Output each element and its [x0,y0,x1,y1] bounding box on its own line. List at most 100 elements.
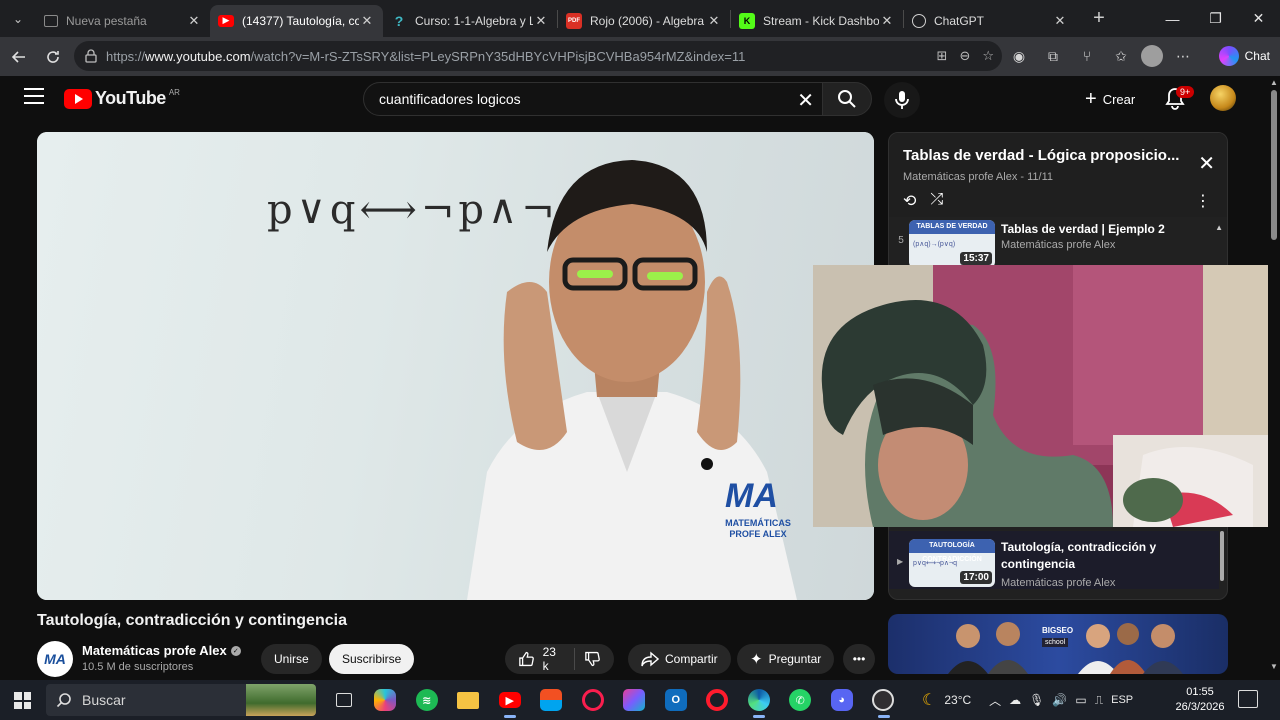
file-explorer-app[interactable] [448,680,490,720]
subscribe-button[interactable]: Suscribirse [329,644,415,674]
language-indicator[interactable]: ESP [1111,694,1133,706]
microsoft-365-icon [623,689,646,711]
new-tab-button[interactable]: + [1084,7,1114,30]
search-icon [838,90,856,108]
whatsapp-app[interactable]: ✆ [780,680,822,720]
star-icon[interactable]: ☆ [982,48,994,64]
file-explorer-icon [457,691,480,709]
ask-button[interactable]: ✦ Preguntar [737,644,835,674]
notification-center-icon[interactable] [1238,690,1258,708]
channel-name[interactable]: Matemáticas profe Alex ✓ [82,643,241,658]
volume-icon[interactable]: 🔊 [1052,693,1067,707]
clear-search-icon[interactable]: ✕ [797,88,814,113]
reload-icon [47,50,59,63]
split-screen-icon[interactable]: ⑂ [1073,42,1101,70]
playlist-item-current[interactable]: ▶ TAUTOLOGÍA CONTRADICCIÓN p∨q⟷¬p∧¬q 17:… [889,531,1219,589]
copilot-app[interactable] [365,680,407,720]
tab-pdf[interactable]: PDF Rojo (2006) - Algebra I - ✕ [558,5,730,37]
restore-button[interactable]: ❐ [1194,0,1237,37]
onedrive-icon[interactable]: ☁ [1009,693,1021,707]
obs-app[interactable] [863,680,905,720]
copilot-chat-button[interactable]: Chat [1218,44,1270,68]
youtube-logo[interactable]: YouTube AR [64,88,180,109]
tab-search-button[interactable]: ⌄ [0,1,36,37]
page-scrollbar[interactable]: ▲ ▼ [1268,76,1280,680]
channel-name-text: Matemáticas profe Alex [82,643,227,658]
opera-gx-app[interactable] [572,680,614,720]
shirt-text: MATEMÁTICAS PROFE ALEX [713,518,803,540]
tab-course[interactable]: ? Curso: 1-1-Algebra y Ló ✕ [383,5,557,37]
outlook-app[interactable]: O [655,680,697,720]
close-icon[interactable]: ✕ [706,13,722,29]
create-button[interactable]: + Crear [1075,82,1145,116]
more-menu-icon[interactable]: ⋯ [1169,42,1197,70]
search-button[interactable] [822,82,872,116]
loop-icon[interactable]: ⟲ [903,191,916,211]
favorites-icon[interactable]: ✩ [1107,42,1135,70]
channel-avatar[interactable]: MA [37,641,73,677]
scroll-up-arrow-icon[interactable]: ▲ [1270,78,1278,87]
scroll-up-icon[interactable]: ▲ [1215,223,1223,232]
search-input[interactable]: cuantificadores logicos ✕ [363,82,823,116]
scroll-down-arrow-icon[interactable]: ▼ [1270,662,1278,671]
ad-banner[interactable]: BIGSEO school [888,614,1228,674]
minimize-button[interactable]: — [1151,0,1194,37]
scrollbar-thumb[interactable] [1271,90,1277,240]
voice-search-button[interactable] [884,82,920,118]
close-window-button[interactable]: ✕ [1237,0,1280,37]
tab-kick[interactable]: K Stream - Kick Dashboard ✕ [731,5,903,37]
more-actions-button[interactable]: ••• [843,644,875,674]
shuffle-icon[interactable]: ⤮ [930,191,943,211]
share-button[interactable]: Compartir [628,644,731,674]
close-icon[interactable]: ✕ [1052,13,1068,29]
youtube-app[interactable]: ▶ [489,680,531,720]
join-button[interactable]: Unirse [261,644,322,674]
store-app[interactable] [531,680,573,720]
network-icon[interactable]: ⎍ [1095,693,1103,708]
app-install-icon[interactable]: ⊞ [937,48,948,64]
thumbs-up-icon[interactable] [518,650,535,668]
weather-icon[interactable]: ☾ [922,690,936,710]
site-info-icon[interactable] [84,49,98,63]
discord-app[interactable]: ◕ [821,680,863,720]
profile-icon[interactable] [1141,45,1163,67]
thumbs-down-icon[interactable] [584,650,601,668]
zoom-icon[interactable]: ⊖ [959,48,970,64]
playlist-title[interactable]: Tablas de verdad - Lógica proposicio... [903,147,1188,164]
puzzle-icon[interactable]: ⧉ [1039,42,1067,70]
extension-icon[interactable]: ◉ [1005,42,1033,70]
close-icon[interactable]: ✕ [359,13,375,29]
tab-youtube[interactable]: ▶ (14377) Tautología, cont ✕ [210,4,383,37]
edge-app[interactable] [738,680,780,720]
system-tray: ☾ 23°C ︿ ☁ 🎙 🔊 ▭ ⎍ ESP [922,680,1133,720]
windows-start-icon[interactable] [14,692,31,709]
back-button[interactable] [2,42,36,72]
task-view-button[interactable] [323,680,365,720]
mic-tray-icon[interactable]: 🎙 [1029,693,1044,707]
playlist-more-icon[interactable]: ⋮ [1195,191,1211,211]
address-bar[interactable]: https://www.youtube.com/watch?v=M-rS-ZTs… [74,41,1002,71]
close-icon[interactable]: ✕ [879,13,895,29]
menu-icon[interactable] [24,88,44,104]
tab-chatgpt[interactable]: ChatGPT ✕ [904,5,1076,37]
like-count[interactable]: 23 k [543,645,564,673]
close-playlist-icon[interactable]: ✕ [1198,151,1215,176]
clock[interactable]: 01:55 26/3/2026 [1172,685,1228,715]
taskbar-search[interactable]: Buscar [46,684,316,716]
close-icon[interactable]: ✕ [186,13,202,29]
playlist-scrollbar[interactable] [1220,531,1224,581]
close-icon[interactable]: ✕ [533,13,549,29]
spotify-app[interactable]: ≋ [406,680,448,720]
video-player[interactable]: p∨q⟷¬p∧¬q MA MATEMÁTICAS PROFE ALEX [37,132,874,600]
reload-button[interactable] [36,42,70,72]
tab-new-tab[interactable]: Nueva pestaña ✕ [36,5,210,37]
account-avatar[interactable] [1210,85,1236,111]
weather-temp[interactable]: 23°C [944,693,971,707]
microsoft-365-app[interactable] [614,680,656,720]
edge-icon [747,689,770,711]
battery-icon[interactable]: ▭ [1075,693,1086,707]
opera-gx-icon [581,689,604,711]
playlist-subtitle[interactable]: Matemáticas profe Alex - 11/11 [903,171,1053,183]
chevron-up-icon[interactable]: ︿ [989,692,1001,709]
opera-app[interactable] [697,680,739,720]
